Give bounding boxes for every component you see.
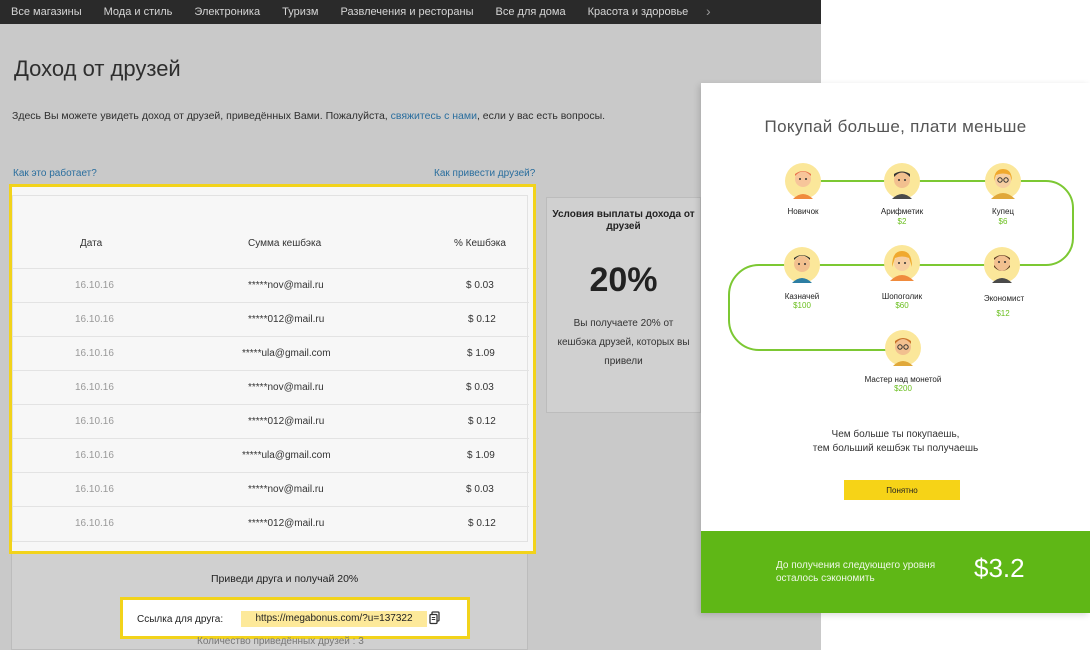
payout-conditions-card: Условия выплаты дохода от друзей 20% Вы … xyxy=(546,197,701,413)
nav-home[interactable]: Все для дома xyxy=(485,6,577,18)
header-percent: % Кешбэка xyxy=(454,238,506,249)
table-row: 16.10.16 *****nov@mail.ru $ 0.03 xyxy=(13,370,529,404)
avatar-novice xyxy=(785,163,821,199)
avatar-arithmetic xyxy=(884,163,920,199)
modal-footer: До получения следующего уровня осталось … xyxy=(701,531,1090,613)
level-shopaholic: Шопоголик xyxy=(881,292,923,301)
table-row: 16.10.16 *****ula@gmail.com $ 1.09 xyxy=(13,438,529,472)
avatar-merchant xyxy=(985,163,1021,199)
referral-promo: Приведи друга и получай 20% xyxy=(211,573,359,585)
level-merchant-price: $6 xyxy=(998,217,1008,226)
header-amount: Сумма кешбэка xyxy=(248,238,322,249)
how-it-works-link[interactable]: Как это работает? xyxy=(13,168,97,179)
conditions-title: Условия выплаты дохода от друзей xyxy=(552,209,695,232)
conditions-description: Вы получаете 20% от кешбэка друзей, кото… xyxy=(557,318,690,367)
next-level-text: До получения следующего уровня осталось … xyxy=(776,560,936,584)
level-treasurer: Казначей xyxy=(784,292,820,301)
level-coin-master: Мастер над монетой xyxy=(864,375,942,384)
avatar-treasurer xyxy=(784,247,820,283)
conditions-percent: 20% xyxy=(589,261,658,299)
table-row: 16.10.16 *****012@mail.ru $ 0.12 xyxy=(13,302,529,336)
nav-electronics[interactable]: Электроника xyxy=(183,6,271,18)
table-row: 16.10.16 *****nov@mail.ru $ 0.03 xyxy=(13,268,529,302)
level-shopaholic-price: $60 xyxy=(895,301,909,310)
got-it-button[interactable]: Понятно xyxy=(844,480,960,500)
avatar-coin-master xyxy=(885,330,921,366)
table-row: 16.10.16 *****ula@gmail.com $ 1.09 xyxy=(13,336,529,370)
nav-fashion[interactable]: Мода и стиль xyxy=(93,6,184,18)
nav-tourism[interactable]: Туризм xyxy=(271,6,329,18)
avatar-shopaholic xyxy=(884,245,920,281)
level-coin-master-price: $200 xyxy=(894,384,912,393)
cashback-table: Дата Сумма кешбэка % Кешбэка 16.10.16 **… xyxy=(9,184,536,554)
nav-all-shops[interactable]: Все магазины xyxy=(0,6,93,18)
level-treasurer-price: $100 xyxy=(793,301,811,310)
nav-entertainment[interactable]: Развлечения и рестораны xyxy=(329,6,484,18)
table-row: 16.10.16 *****012@mail.ru $ 0.12 xyxy=(13,506,529,540)
level-economist-price: $12 xyxy=(996,309,1010,318)
level-novice: Новичок xyxy=(787,207,819,216)
referral-link-label: Ссылка для друга: xyxy=(137,614,224,625)
nav-beauty[interactable]: Красота и здоровье xyxy=(577,6,700,18)
referral-link-box: Ссылка для друга: https://megabonus.com/… xyxy=(120,597,470,639)
referral-url[interactable]: https://megabonus.com/?u=137322 xyxy=(241,611,427,627)
contact-us-link[interactable]: свяжитесь с нами xyxy=(391,110,477,122)
friends-count: Количество приведённых друзей : 3 xyxy=(197,636,364,647)
cashback-table-inner: Дата Сумма кешбэка % Кешбэка 16.10.16 **… xyxy=(12,195,529,542)
intro-text: Здесь Вы можете увидеть доход от друзей,… xyxy=(12,110,606,122)
copy-icon[interactable] xyxy=(429,611,441,625)
top-nav: Все магазины Мода и стиль Электроника Ту… xyxy=(0,0,821,24)
next-level-amount: $3.2 xyxy=(974,553,1025,583)
header-date: Дата xyxy=(80,238,103,249)
modal-description: Чем больше ты покупаешь, тем больший кеш… xyxy=(812,429,979,454)
level-economist: Экономист xyxy=(983,294,1025,303)
table-row: 16.10.16 *****nov@mail.ru $ 0.03 xyxy=(13,472,529,506)
page-title: Доход от друзей xyxy=(14,56,181,81)
level-merchant: Купец xyxy=(991,207,1015,216)
level-arithmetic-price: $2 xyxy=(897,217,907,226)
avatar-economist xyxy=(984,247,1020,283)
table-row: 16.10.16 *****012@mail.ru $ 0.12 xyxy=(13,404,529,438)
levels-modal: Покупай больше, плати меньше Новичок Ари… xyxy=(701,83,1090,613)
level-arithmetic: Арифметик xyxy=(880,207,924,216)
how-to-invite-link[interactable]: Как привести друзей? xyxy=(434,168,535,179)
nav-next-icon[interactable]: › xyxy=(706,3,711,19)
